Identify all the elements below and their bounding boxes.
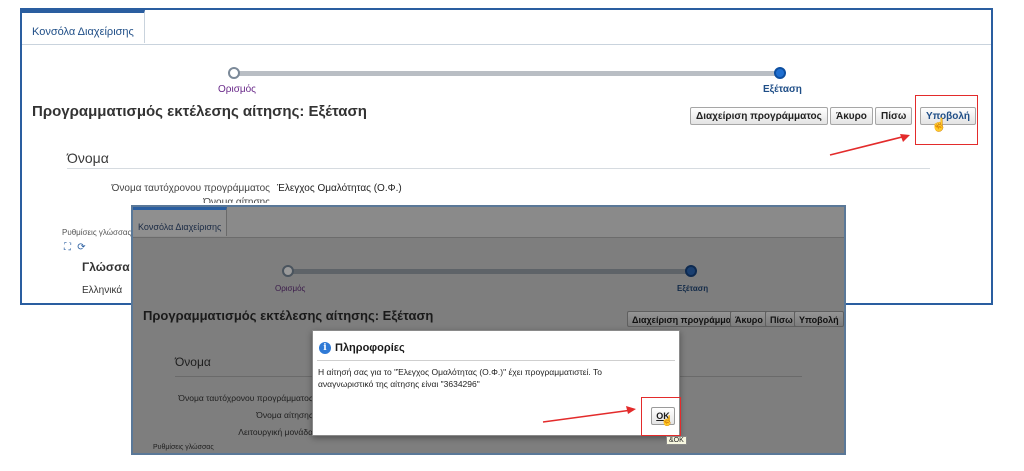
train-step-review-label: Εξέταση <box>763 84 802 95</box>
language-settings-label: Ρυθμίσεις γλώσσας <box>153 444 214 451</box>
train-step-definition-dot[interactable] <box>282 265 294 277</box>
program-name-label: Όνομα ταυτόχρονου προγράμματος <box>178 393 313 403</box>
back-button[interactable]: Πίσω <box>875 107 913 125</box>
section-divider <box>67 168 930 169</box>
tab-management-console[interactable]: Κονσόλα Διαχείρισης <box>22 10 145 43</box>
tab-bar: Κονσόλα Διαχείρισης <box>22 10 991 45</box>
language-heading: Γλώσσα <box>82 260 130 274</box>
arrow-to-submit-icon <box>829 134 910 156</box>
dialog-title: Πληροφορίες <box>335 342 405 354</box>
train-step-definition-dot[interactable] <box>228 67 240 79</box>
page-title: Προγραμματισμός εκτέλεσης αίτησης: Εξέτα… <box>143 308 434 323</box>
train-progress-line <box>237 71 782 76</box>
refresh-icon[interactable]: ⟳ <box>76 242 87 253</box>
name-section-heading: Όνομα <box>175 355 211 369</box>
tab-bar: Κονσόλα Διαχείρισης <box>133 207 844 238</box>
expand-icon[interactable]: ⛶ <box>62 242 73 253</box>
manage-schedule-button[interactable]: Διαχείριση προγράμματος <box>690 107 828 125</box>
ok-tooltip: &OK <box>666 436 687 445</box>
arrow-to-ok-icon <box>542 406 636 423</box>
hand-cursor-icon: ☝ <box>931 117 948 132</box>
foreground-screenshot: Κονσόλα Διαχείρισης Ορισμός Εξέταση Προγ… <box>131 205 846 455</box>
language-value: Ελληνικά <box>82 285 123 296</box>
dialog-message: Η αίτησή σας για το "Έλεγχος Ομαλότητας … <box>318 367 602 389</box>
request-name-label: Όνομα αίτησης <box>256 410 313 420</box>
train-step-review-label: Εξέταση <box>677 284 709 293</box>
program-name-label: Όνομα ταυτόχρονου προγράμματος <box>111 183 270 194</box>
name-section-heading: Όνομα <box>67 150 109 166</box>
train-step-definition-label[interactable]: Ορισμός <box>275 284 305 293</box>
dialog-divider <box>317 360 675 361</box>
back-button[interactable]: Πίσω <box>765 311 798 327</box>
train-progress-line <box>288 269 693 274</box>
hand-cursor-icon: ☝ <box>661 416 674 427</box>
operating-unit-label: Λειτουργική μονάδα <box>238 427 313 437</box>
cancel-button[interactable]: Άκυρο <box>830 107 873 125</box>
submit-button[interactable]: Υποβολή <box>794 311 844 327</box>
page-title: Προγραμματισμός εκτέλεσης αίτησης: Εξέτα… <box>32 103 367 120</box>
language-settings-label: Ρυθμίσεις γλώσσας <box>62 228 132 237</box>
train-step-review-dot[interactable] <box>774 67 786 79</box>
train-step-review-dot[interactable] <box>685 265 697 277</box>
request-name-label: Όνομα αίτησης <box>203 197 270 203</box>
info-icon: i <box>319 342 331 354</box>
train-step-definition-label[interactable]: Ορισμός <box>218 84 256 95</box>
tab-management-console[interactable]: Κονσόλα Διαχείρισης <box>133 207 228 236</box>
cancel-button[interactable]: Άκυρο <box>730 311 768 327</box>
program-name-value: Έλεγχος Ομαλότητας (Ο.Φ.) <box>277 183 402 194</box>
